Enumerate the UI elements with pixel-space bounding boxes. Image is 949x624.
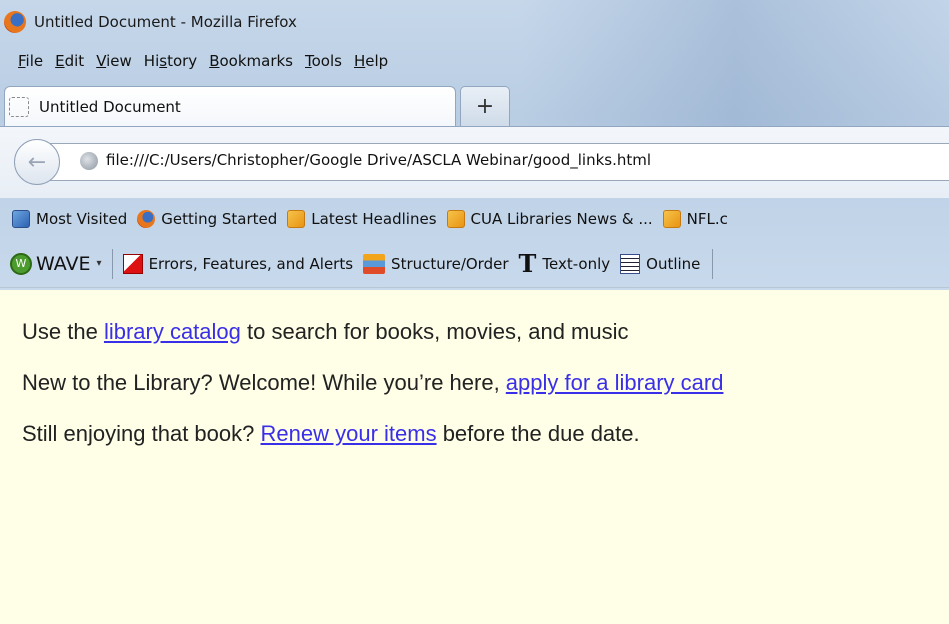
tab-bar: Untitled Document +: [0, 86, 949, 126]
wave-errors-button[interactable]: Errors, Features, and Alerts: [122, 253, 353, 274]
content-line-renew: Still enjoying that book? Renew your ite…: [22, 421, 640, 446]
apply-library-card-link[interactable]: apply for a library card: [506, 370, 724, 395]
bookmark-nfl[interactable]: NFL.c: [662, 210, 728, 228]
tab-untitled-document[interactable]: Untitled Document: [4, 86, 456, 126]
title-bar: Untitled Document - Mozilla Firefox: [0, 0, 949, 44]
menu-file[interactable]: File: [12, 52, 49, 70]
text-only-icon: T: [518, 248, 537, 278]
library-catalog-link[interactable]: library catalog: [104, 319, 241, 344]
outline-icon: [620, 253, 641, 274]
toolbar-divider: [111, 248, 113, 279]
structure-icon: [363, 253, 386, 274]
bookmark-getting-started[interactable]: Getting Started: [137, 210, 277, 228]
bookmark-latest-headlines[interactable]: Latest Headlines: [287, 210, 437, 228]
menu-edit[interactable]: Edit: [49, 52, 90, 70]
bookmark-cua-libraries-news[interactable]: CUA Libraries News & ...: [446, 210, 653, 228]
bookmarks-toolbar: Most Visited Getting Started Latest Head…: [0, 200, 949, 238]
chevron-down-icon[interactable]: ▾: [97, 258, 102, 269]
content-line-library-card: New to the Library? Welcome! While you’r…: [22, 370, 724, 395]
rss-icon: [287, 210, 306, 228]
wave-menu-button[interactable]: WAVE: [36, 253, 91, 275]
toolbar-divider: [712, 248, 714, 279]
wave-logo-icon: W: [10, 252, 32, 275]
firefox-icon: [4, 11, 26, 33]
tab-label: Untitled Document: [39, 97, 181, 116]
navigation-bar: ← file:///C:/Users/Christopher/Google Dr…: [0, 126, 949, 198]
wave-outline-button[interactable]: Outline: [620, 253, 700, 274]
most-visited-icon: [12, 210, 30, 228]
menu-bookmarks[interactable]: Bookmarks: [203, 52, 299, 70]
window-title: Untitled Document - Mozilla Firefox: [34, 13, 297, 31]
renew-items-link[interactable]: Renew your items: [261, 421, 437, 446]
menu-view[interactable]: View: [90, 52, 138, 70]
globe-icon: [80, 152, 98, 170]
menu-history[interactable]: History: [138, 52, 203, 70]
menu-tools[interactable]: Tools: [299, 52, 348, 70]
menu-bar: File Edit View History Bookmarks Tools H…: [12, 48, 394, 74]
errors-icon: [122, 253, 143, 274]
new-tab-button[interactable]: +: [460, 86, 510, 126]
rss-icon: [662, 210, 681, 228]
wave-text-only-button[interactable]: T Text-only: [518, 248, 611, 278]
page-content: Use the library catalog to search for bo…: [22, 318, 723, 471]
bookmark-most-visited[interactable]: Most Visited: [12, 210, 127, 228]
wave-toolbar: W WAVE ▾ Errors, Features, and Alerts St…: [0, 240, 949, 288]
blank-page-icon: [9, 96, 29, 117]
firefox-icon: [137, 210, 156, 228]
wave-structure-button[interactable]: Structure/Order: [363, 253, 509, 274]
menu-help[interactable]: Help: [348, 52, 394, 70]
back-button[interactable]: ←: [14, 139, 60, 185]
content-line-catalog: Use the library catalog to search for bo…: [22, 319, 629, 344]
url-text[interactable]: file:///C:/Users/Christopher/Google Driv…: [106, 151, 651, 169]
rss-icon: [446, 210, 465, 228]
back-arrow-icon: ←: [27, 149, 47, 175]
